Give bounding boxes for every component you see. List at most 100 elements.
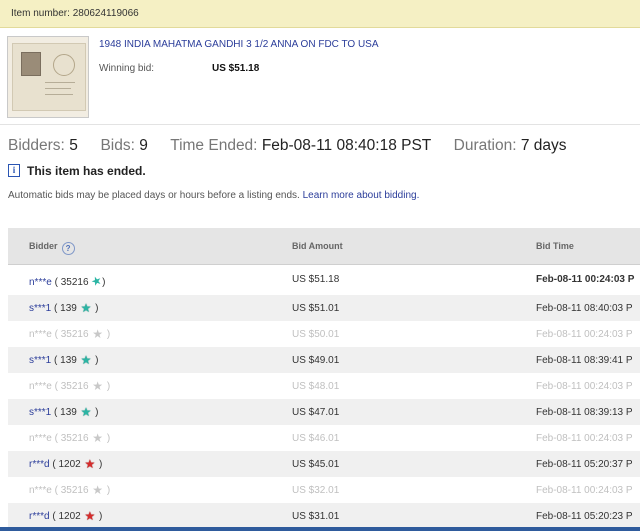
bid-time-cell: Feb-08-11 00:24:03 P: [536, 274, 635, 285]
table-row: n***e ( 35216 ★ ) US $46.01 Feb-08-11 00:2…: [8, 425, 640, 451]
bid-amount-cell: US $49.01: [292, 355, 340, 366]
address-line: [45, 88, 71, 89]
red-star-icon: ★: [84, 457, 96, 471]
bid-time-cell: Feb-08-11 08:39:41 P: [536, 355, 633, 366]
item-title-link[interactable]: 1948 INDIA MAHATMA GANDHI 3 1/2 ANNA ON …: [99, 39, 379, 50]
table-row: s***1 ( 139 ★ ) US $47.01 Feb-08-11 08:39:…: [8, 399, 640, 425]
feedback-score[interactable]: ( 1202: [50, 459, 80, 470]
feedback-close: ): [92, 355, 99, 366]
bidder-cell: n***e ( 35216 ★ ): [29, 484, 111, 496]
item-number-bar: Item number: 280624119066: [0, 0, 640, 28]
table-row: n***e ( 35216 ★) US $51.18 Feb-08-11 00:24…: [8, 265, 640, 295]
address-line: [45, 94, 73, 95]
duration-value: 7 days: [520, 137, 567, 154]
bid-amount-cell: US $45.01: [292, 459, 340, 470]
bid-amount-cell: US $31.01: [292, 511, 340, 522]
bid-time-cell: Feb-08-11 00:24:03 P: [536, 433, 633, 444]
bidder-name-link[interactable]: n***e: [29, 381, 52, 392]
bid-amount-cell: US $48.01: [292, 381, 340, 392]
bidder-cell: s***1 ( 139 ★ ): [29, 354, 99, 366]
table-row: r***d ( 1202 ★ ) US $45.01 Feb-08-11 05:20…: [8, 451, 640, 477]
address-line: [45, 82, 75, 83]
feedback-score[interactable]: ( 35216: [52, 485, 89, 496]
feedback-score[interactable]: ( 35216: [52, 277, 89, 288]
bid-time-cell: Feb-08-11 08:39:13 P: [536, 407, 633, 418]
automatic-bids-note: Automatic bids may be placed days or hou…: [8, 190, 419, 201]
bid-time-cell: Feb-08-11 05:20:23 P: [536, 511, 633, 522]
bidder-name-link[interactable]: n***e: [29, 277, 52, 288]
bidder-name-link[interactable]: n***e: [29, 485, 52, 496]
divider: [0, 124, 640, 125]
bidder-name-link[interactable]: s***1: [29, 355, 51, 366]
grey-star-icon: ★: [92, 379, 104, 393]
feedback-close: ): [92, 407, 99, 418]
feedback-score[interactable]: ( 139: [51, 407, 77, 418]
grey-star-icon: ★: [92, 327, 104, 341]
info-icon: i: [8, 164, 20, 177]
table-row: r***d ( 1202 ★ ) US $31.01 Feb-08-11 05:20…: [8, 503, 640, 529]
stamp-image: [21, 52, 41, 76]
bid-time-cell: Feb-08-11 00:24:03 P: [536, 381, 633, 392]
bid-rows: n***e ( 35216 ★) US $51.18 Feb-08-11 00:24…: [8, 265, 640, 529]
bidder-name-link[interactable]: r***d: [29, 459, 50, 470]
feedback-score[interactable]: ( 35216: [52, 329, 89, 340]
feedback-score[interactable]: ( 35216: [52, 433, 89, 444]
item-ended-message: This item has ended.: [27, 164, 146, 178]
bids-value: 9: [139, 137, 148, 154]
feedback-close: ): [92, 303, 99, 314]
bid-time-cell: Feb-08-11 00:24:03 P: [536, 329, 633, 340]
bidder-header: Bidder?: [29, 241, 75, 255]
bid-time-cell: Feb-08-11 05:20:37 P: [536, 459, 633, 470]
bid-amount-cell: US $51.18: [292, 274, 340, 285]
grey-star-icon: ★: [92, 431, 104, 445]
help-icon[interactable]: ?: [61, 242, 75, 255]
item-number: Item number: 280624119066: [11, 8, 139, 19]
feedback-score[interactable]: ( 139: [51, 303, 77, 314]
bidder-cell: r***d ( 1202 ★ ): [29, 509, 103, 523]
bidder-name-link[interactable]: s***1: [29, 407, 51, 418]
red-star-icon: ★: [84, 509, 96, 523]
table-row: n***e ( 35216 ★ ) US $50.01 Feb-08-11 00:2…: [8, 321, 640, 347]
table-row: n***e ( 35216 ★ ) US $48.01 Feb-08-11 00:2…: [8, 373, 640, 399]
bids-label: Bids:: [100, 137, 135, 154]
bidder-name-link[interactable]: n***e: [29, 329, 52, 340]
table-row: s***1 ( 139 ★ ) US $49.01 Feb-08-11 08:39:…: [8, 347, 640, 373]
automatic-bids-text: Automatic bids may be placed days or hou…: [8, 190, 300, 201]
feedback-score[interactable]: ( 139: [51, 355, 77, 366]
feedback-close: ): [104, 329, 111, 340]
learn-more-link[interactable]: Learn more about bidding.: [303, 190, 420, 201]
feedback-score[interactable]: ( 35216: [52, 381, 89, 392]
feedback-close: ): [96, 511, 103, 522]
bid-time-cell: Feb-08-11 00:24:03 P: [536, 485, 633, 496]
item-thumbnail[interactable]: [7, 36, 89, 118]
teal-star-icon: ★: [80, 405, 92, 419]
bidders-label: Bidders:: [8, 137, 65, 154]
bid-amount-cell: US $47.01: [292, 407, 340, 418]
bid-time-cell: Feb-08-11 08:40:03 P: [536, 303, 633, 314]
feedback-close: ): [104, 485, 111, 496]
feedback-close: ): [96, 459, 103, 470]
teal-star-icon: ★: [80, 301, 92, 315]
bidder-name-link[interactable]: n***e: [29, 433, 52, 444]
feedback-score[interactable]: ( 1202: [50, 511, 80, 522]
bid-history-table: Bidder? Bid Amount Bid Time n***e ( 3521…: [8, 228, 640, 529]
feedback-close: ): [104, 381, 111, 392]
bid-amount-cell: US $50.01: [292, 329, 340, 340]
bidder-header-label: Bidder: [29, 241, 58, 251]
bidder-cell: r***d ( 1202 ★ ): [29, 457, 103, 471]
bidders-value: 5: [69, 137, 78, 154]
time-ended-value: Feb-08-11 08:40:18 PST: [261, 137, 431, 154]
bidder-cell: n***e ( 35216 ★ ): [29, 327, 111, 341]
table-row: s***1 ( 139 ★ ) US $51.01 Feb-08-11 08:40:…: [8, 295, 640, 321]
bidder-name-link[interactable]: r***d: [29, 511, 50, 522]
table-row: n***e ( 35216 ★ ) US $32.01 Feb-08-11 00:2…: [8, 477, 640, 503]
bid-time-header: Bid Time: [536, 241, 574, 251]
bidder-cell: n***e ( 35216 ★): [29, 273, 105, 290]
bid-amount-cell: US $32.01: [292, 485, 340, 496]
duration-label: Duration:: [453, 137, 517, 154]
bidder-cell: n***e ( 35216 ★ ): [29, 379, 111, 393]
bid-stats: Bidders: 5 Bids: 9 Time Ended: Feb-08-11…: [8, 137, 567, 155]
bidder-name-link[interactable]: s***1: [29, 303, 51, 314]
window-bottom-strip: [0, 527, 640, 531]
postmark-image: [53, 54, 75, 76]
